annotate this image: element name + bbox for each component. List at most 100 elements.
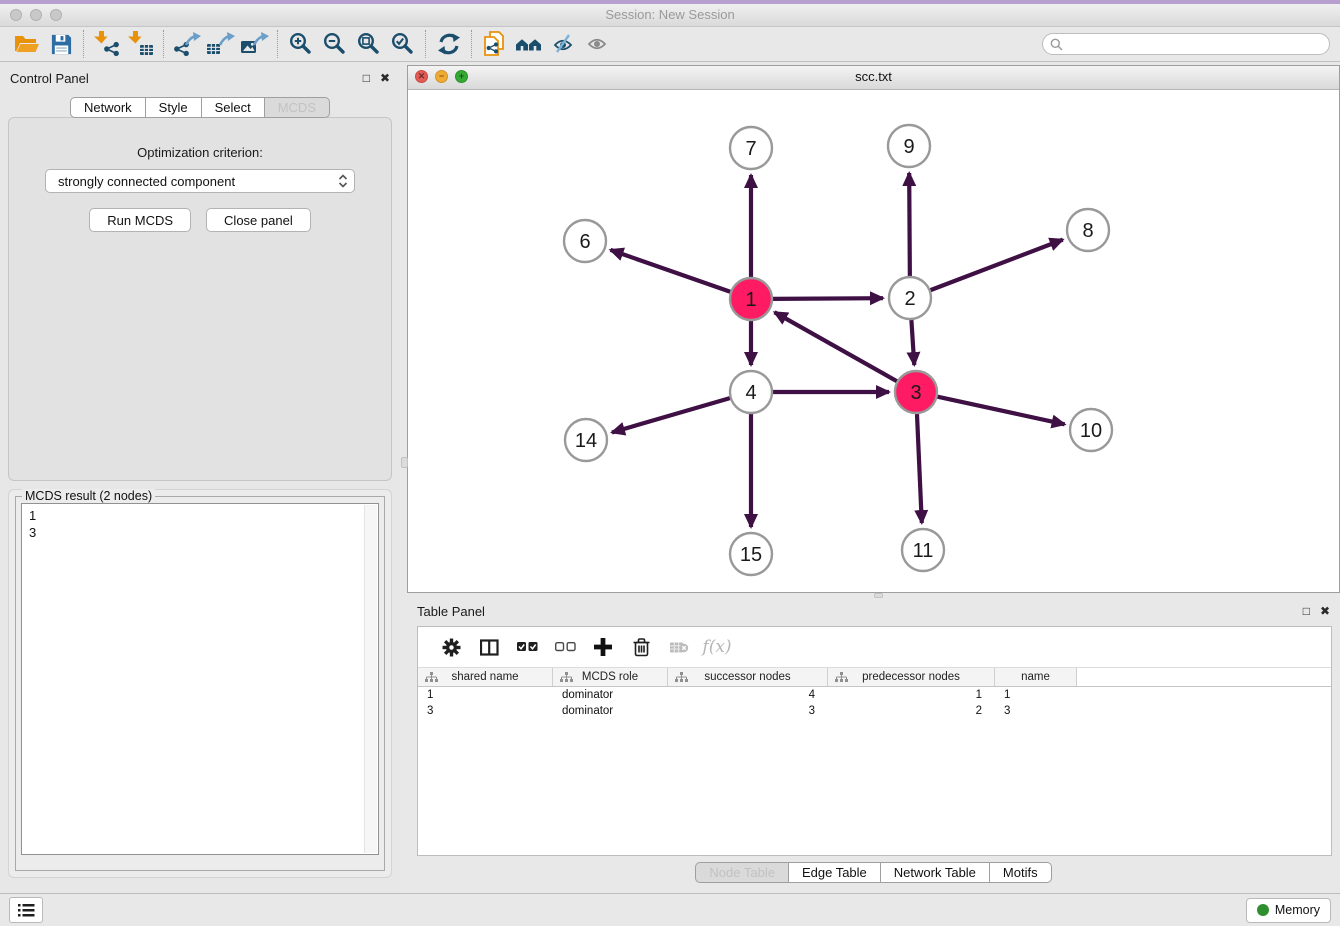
table-cell[interactable]: 1 xyxy=(828,687,995,703)
search-input[interactable] xyxy=(1068,36,1322,52)
network-graph[interactable]: 1 2 3 4 6 7 8 9 10 11 14 15 xyxy=(408,90,1339,593)
toolbar-separator xyxy=(277,30,279,58)
column-header-label: name xyxy=(1021,671,1050,683)
result-scrollbar[interactable] xyxy=(364,505,377,853)
delete-table-button[interactable] xyxy=(660,632,698,662)
fx-icon: f(x) xyxy=(702,637,731,657)
node-15[interactable]: 15 xyxy=(730,533,772,575)
close-window-button[interactable] xyxy=(10,9,22,21)
float-panel-icon[interactable]: □ xyxy=(363,72,370,84)
column-header-shared-name[interactable]: shared name xyxy=(418,668,553,686)
table-cell[interactable]: 1 xyxy=(418,687,553,703)
node-9[interactable]: 9 xyxy=(888,125,930,167)
vertical-splitter[interactable] xyxy=(400,62,407,893)
import-table-button[interactable] xyxy=(124,29,158,59)
edge-2-3[interactable] xyxy=(911,320,914,365)
node-11[interactable]: 11 xyxy=(902,529,944,571)
close-panel-icon[interactable]: ✖ xyxy=(1320,605,1330,617)
hide-selected-button[interactable] xyxy=(546,29,580,59)
edge-3-1[interactable] xyxy=(775,312,897,381)
network-minimize-button[interactable]: − xyxy=(435,70,448,83)
splitter-grip[interactable] xyxy=(874,593,883,598)
zoom-in-button[interactable] xyxy=(284,29,318,59)
add-column-button[interactable] xyxy=(584,632,622,662)
node-6[interactable]: 6 xyxy=(564,220,606,262)
node-2[interactable]: 2 xyxy=(889,277,931,319)
show-all-button[interactable] xyxy=(580,29,614,59)
table-cell[interactable]: 3 xyxy=(668,703,828,719)
export-table-button[interactable] xyxy=(204,29,238,59)
zoom-selected-button[interactable] xyxy=(386,29,420,59)
edge-3-11[interactable] xyxy=(917,414,922,523)
edge-2-9[interactable] xyxy=(909,173,910,276)
zoom-out-button[interactable] xyxy=(318,29,352,59)
column-header-name[interactable]: name xyxy=(995,668,1077,686)
splitter-grip[interactable] xyxy=(401,457,408,468)
table-cell[interactable]: 1 xyxy=(995,687,1077,703)
search-field[interactable] xyxy=(1042,33,1330,55)
node-14[interactable]: 14 xyxy=(565,419,607,461)
column-header-predecessor-nodes[interactable]: predecessor nodes xyxy=(828,668,995,686)
save-session-button[interactable] xyxy=(44,29,78,59)
task-history-button[interactable] xyxy=(9,897,43,923)
mcds-result-list[interactable]: 1 3 xyxy=(21,503,379,855)
float-panel-icon[interactable]: □ xyxy=(1303,605,1310,617)
node-10[interactable]: 10 xyxy=(1070,409,1112,451)
tab-mcds[interactable]: MCDS xyxy=(265,97,330,118)
tab-node-table[interactable]: Node Table xyxy=(695,862,789,883)
close-panel-icon[interactable]: ✖ xyxy=(380,72,390,84)
network-maximize-button[interactable]: + xyxy=(455,70,468,83)
edge-4-14[interactable] xyxy=(612,398,730,432)
split-view-button[interactable] xyxy=(470,632,508,662)
toolbar-separator xyxy=(471,30,473,58)
zoom-fit-button[interactable] xyxy=(352,29,386,59)
table-settings-button[interactable] xyxy=(432,632,470,662)
tab-network-table[interactable]: Network Table xyxy=(881,862,990,883)
clone-network-button[interactable] xyxy=(478,29,512,59)
tab-style[interactable]: Style xyxy=(146,97,202,118)
memory-button[interactable]: Memory xyxy=(1246,898,1331,923)
minimize-window-button[interactable] xyxy=(30,9,42,21)
select-all-columns-button[interactable] xyxy=(508,632,546,662)
table-row[interactable]: 1dominator411 xyxy=(418,687,1331,703)
delete-column-button[interactable] xyxy=(622,632,660,662)
open-session-button[interactable] xyxy=(10,29,44,59)
home-layout-button[interactable] xyxy=(512,29,546,59)
table-row[interactable]: 3dominator323 xyxy=(418,703,1331,719)
close-panel-button[interactable]: Close panel xyxy=(206,208,311,232)
table-cell[interactable]: dominator xyxy=(553,687,668,703)
table-cell[interactable]: 3 xyxy=(995,703,1077,719)
node-3[interactable]: 3 xyxy=(895,371,937,413)
horizontal-splitter[interactable] xyxy=(407,593,1340,598)
export-network-button[interactable] xyxy=(170,29,204,59)
import-network-button[interactable] xyxy=(90,29,124,59)
node-1[interactable]: 1 xyxy=(730,278,772,320)
column-header-MCDS-role[interactable]: MCDS role xyxy=(553,668,668,686)
node-7[interactable]: 7 xyxy=(730,127,772,169)
zoom-window-button[interactable] xyxy=(50,9,62,21)
function-builder-button[interactable]: f(x) xyxy=(698,632,736,662)
tab-network[interactable]: Network xyxy=(70,97,146,118)
tab-select[interactable]: Select xyxy=(202,97,265,118)
edge-3-10[interactable] xyxy=(937,397,1064,425)
edge-1-2[interactable] xyxy=(773,298,883,299)
export-image-button[interactable] xyxy=(238,29,272,59)
optimization-criterion-select[interactable]: strongly connected component xyxy=(45,169,355,193)
table-cell[interactable]: 2 xyxy=(828,703,995,719)
node-4[interactable]: 4 xyxy=(730,371,772,413)
table-cell[interactable]: 4 xyxy=(668,687,828,703)
column-header-successor-nodes[interactable]: successor nodes xyxy=(668,668,828,686)
table-cell[interactable]: dominator xyxy=(553,703,668,719)
edge-2-8[interactable] xyxy=(931,240,1063,291)
refresh-view-button[interactable] xyxy=(432,29,466,59)
node-8[interactable]: 8 xyxy=(1067,209,1109,251)
tab-edge-table[interactable]: Edge Table xyxy=(789,862,881,883)
tab-motifs[interactable]: Motifs xyxy=(990,862,1052,883)
window-traffic-lights[interactable] xyxy=(10,9,62,21)
deselect-all-columns-button[interactable] xyxy=(546,632,584,662)
table-cell[interactable]: 3 xyxy=(418,703,553,719)
network-close-button[interactable]: ✕ xyxy=(415,70,428,83)
network-canvas[interactable]: 1 2 3 4 6 7 8 9 10 11 14 15 xyxy=(408,90,1339,592)
edge-1-6[interactable] xyxy=(610,250,730,292)
run-mcds-button[interactable]: Run MCDS xyxy=(89,208,191,232)
